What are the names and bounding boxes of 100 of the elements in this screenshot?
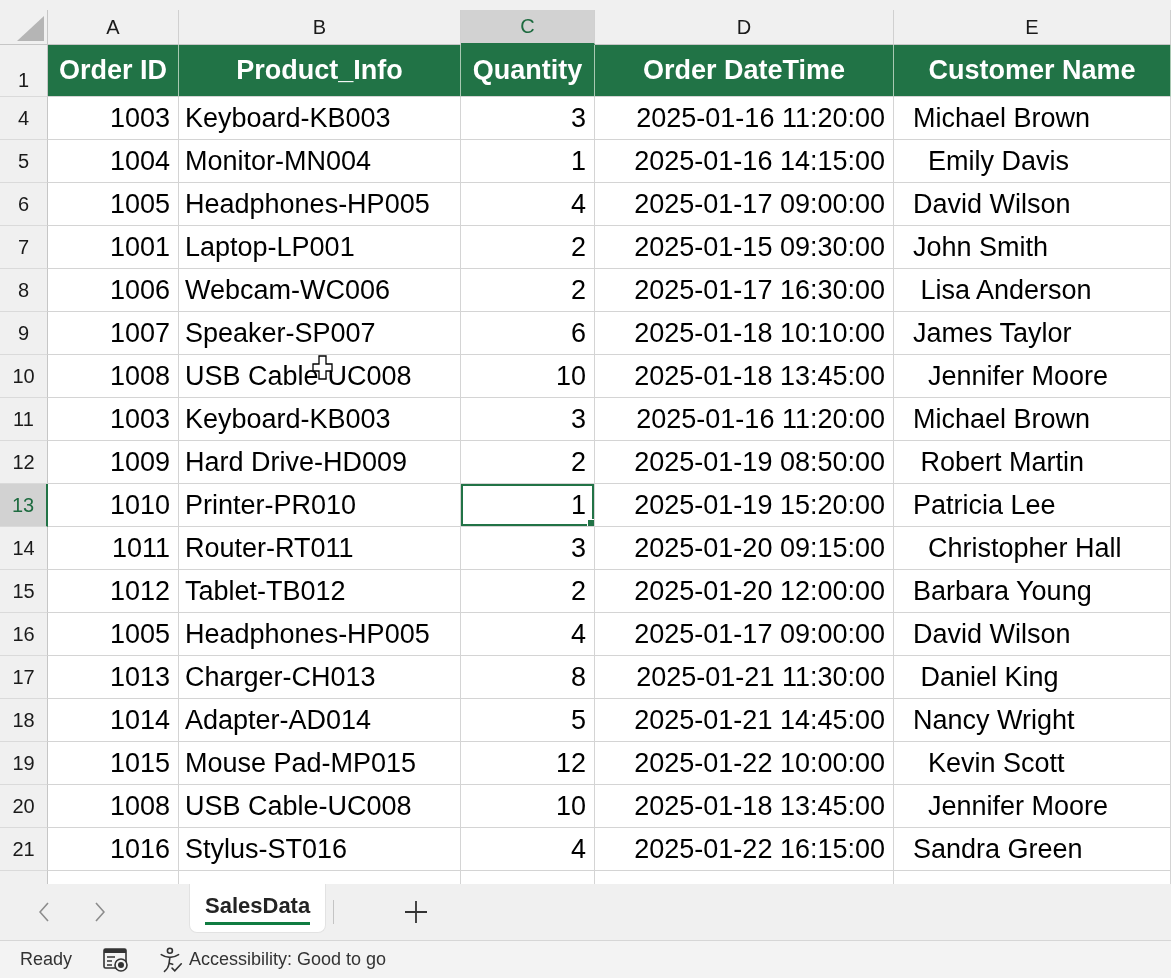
table-cell[interactable]: 8: [461, 656, 595, 699]
table-cell[interactable]: 2025-01-22 10:00:00: [595, 742, 894, 785]
row-header[interactable]: 9: [0, 312, 48, 355]
table-cell[interactable]: USB Cable-UC008: [179, 785, 461, 828]
fill-handle[interactable]: [587, 519, 594, 526]
table-cell[interactable]: 2025-01-22 16:15:00: [595, 828, 894, 871]
table-cell[interactable]: 2025-01-16 11:20:00: [595, 97, 894, 140]
table-cell[interactable]: 1003: [48, 398, 179, 441]
column-header[interactable]: B: [179, 10, 461, 45]
table-cell[interactable]: Stylus-ST016: [179, 828, 461, 871]
table-cell[interactable]: Laptop-LP001: [179, 226, 461, 269]
table-cell[interactable]: Charger-CH013: [179, 656, 461, 699]
row-header[interactable]: 13: [0, 484, 48, 527]
row-header[interactable]: 17: [0, 656, 48, 699]
table-cell[interactable]: 5: [461, 699, 595, 742]
table-cell[interactable]: Headphones-HP005: [179, 613, 461, 656]
table-cell[interactable]: USB Cable-UC008: [179, 355, 461, 398]
row-header[interactable]: 8: [0, 269, 48, 312]
table-cell[interactable]: David Wilson: [894, 183, 1171, 226]
table-cell[interactable]: 1003: [48, 97, 179, 140]
sheet-record-icon[interactable]: [103, 947, 130, 972]
row-header[interactable]: 21: [0, 828, 48, 871]
table-cell[interactable]: 1006: [48, 269, 179, 312]
table-cell[interactable]: Daniel King: [894, 656, 1171, 699]
table-cell[interactable]: Emily Davis: [894, 140, 1171, 183]
table-cell[interactable]: 1: [461, 140, 595, 183]
table-cell[interactable]: 1: [461, 484, 595, 527]
table-cell[interactable]: 1004: [48, 140, 179, 183]
table-cell[interactable]: 1014: [48, 699, 179, 742]
table-cell[interactable]: James Taylor: [894, 312, 1171, 355]
table-cell[interactable]: 2025-01-21 11:30:00: [595, 656, 894, 699]
table-cell[interactable]: Monitor-MN004: [179, 140, 461, 183]
row-header[interactable]: 6: [0, 183, 48, 226]
table-cell[interactable]: Sandra Green: [894, 828, 1171, 871]
table-cell[interactable]: Printer-PR010: [179, 484, 461, 527]
table-cell[interactable]: 1007: [48, 312, 179, 355]
chevron-left-icon[interactable]: [39, 902, 49, 922]
table-cell[interactable]: 2025-01-20 12:00:00: [595, 570, 894, 613]
row-header[interactable]: 20: [0, 785, 48, 828]
table-cell[interactable]: 1005: [48, 183, 179, 226]
row-header[interactable]: 1: [0, 45, 48, 97]
table-cell[interactable]: 3: [461, 527, 595, 570]
table-cell[interactable]: 2025-01-20 09:15:00: [595, 527, 894, 570]
table-cell[interactable]: [179, 871, 461, 884]
table-cell[interactable]: Barbara Young: [894, 570, 1171, 613]
row-header[interactable]: 4: [0, 97, 48, 140]
table-cell[interactable]: 4: [461, 613, 595, 656]
table-cell[interactable]: 2: [461, 226, 595, 269]
header-cell[interactable]: Order DateTime: [595, 45, 894, 97]
row-header[interactable]: 5: [0, 140, 48, 183]
table-cell[interactable]: 2: [461, 441, 595, 484]
table-cell[interactable]: 1015: [48, 742, 179, 785]
select-all-triangle-icon[interactable]: [17, 16, 44, 41]
table-cell[interactable]: 12: [461, 742, 595, 785]
accessibility-button[interactable]: Accessibility: Good to go: [158, 946, 387, 973]
table-cell[interactable]: Christopher Hall: [894, 527, 1171, 570]
table-cell[interactable]: 2025-01-18 13:45:00: [595, 785, 894, 828]
table-cell[interactable]: 1001: [48, 226, 179, 269]
table-cell[interactable]: Michael Brown: [894, 398, 1171, 441]
table-cell[interactable]: Kevin Scott: [894, 742, 1171, 785]
row-header[interactable]: 18: [0, 699, 48, 742]
table-cell[interactable]: 2025-01-18 10:10:00: [595, 312, 894, 355]
table-cell[interactable]: 2025-01-15 09:30:00: [595, 226, 894, 269]
table-cell[interactable]: 2025-01-16 11:20:00: [595, 398, 894, 441]
table-cell[interactable]: 2025-01-17 16:30:00: [595, 269, 894, 312]
table-cell[interactable]: 6: [461, 312, 595, 355]
row-header[interactable]: 10: [0, 355, 48, 398]
table-cell[interactable]: Hard Drive-HD009: [179, 441, 461, 484]
table-cell[interactable]: Mouse Pad-MP015: [179, 742, 461, 785]
table-cell[interactable]: Tablet-TB012: [179, 570, 461, 613]
table-cell[interactable]: 2025-01-17 09:00:00: [595, 613, 894, 656]
table-cell[interactable]: Lisa Anderson: [894, 269, 1171, 312]
table-cell[interactable]: 1005: [48, 613, 179, 656]
table-cell[interactable]: Nancy Wright: [894, 699, 1171, 742]
table-cell[interactable]: 10: [461, 785, 595, 828]
table-cell[interactable]: David Wilson: [894, 613, 1171, 656]
header-cell[interactable]: Quantity: [461, 45, 595, 97]
header-cell[interactable]: Customer Name: [894, 45, 1171, 97]
sheet-tab[interactable]: SalesData: [189, 884, 327, 933]
table-cell[interactable]: [894, 871, 1171, 884]
chevron-right-icon[interactable]: [95, 902, 105, 922]
table-cell[interactable]: 2025-01-21 14:45:00: [595, 699, 894, 742]
table-cell[interactable]: Router-RT011: [179, 527, 461, 570]
table-cell[interactable]: Michael Brown: [894, 97, 1171, 140]
table-cell[interactable]: 1008: [48, 785, 179, 828]
row-header[interactable]: 15: [0, 570, 48, 613]
table-cell[interactable]: 4: [461, 183, 595, 226]
table-cell[interactable]: 4: [461, 828, 595, 871]
table-cell[interactable]: [595, 871, 894, 884]
table-cell[interactable]: Jennifer Moore: [894, 355, 1171, 398]
table-cell[interactable]: 1009: [48, 441, 179, 484]
table-cell[interactable]: 1010: [48, 484, 179, 527]
table-cell[interactable]: Speaker-SP007: [179, 312, 461, 355]
table-cell[interactable]: 1013: [48, 656, 179, 699]
table-cell[interactable]: 1011: [48, 527, 179, 570]
table-cell[interactable]: 1012: [48, 570, 179, 613]
table-cell[interactable]: Keyboard-KB003: [179, 97, 461, 140]
column-header[interactable]: A: [48, 10, 179, 45]
column-header[interactable]: E: [894, 10, 1171, 45]
table-cell[interactable]: 10: [461, 355, 595, 398]
